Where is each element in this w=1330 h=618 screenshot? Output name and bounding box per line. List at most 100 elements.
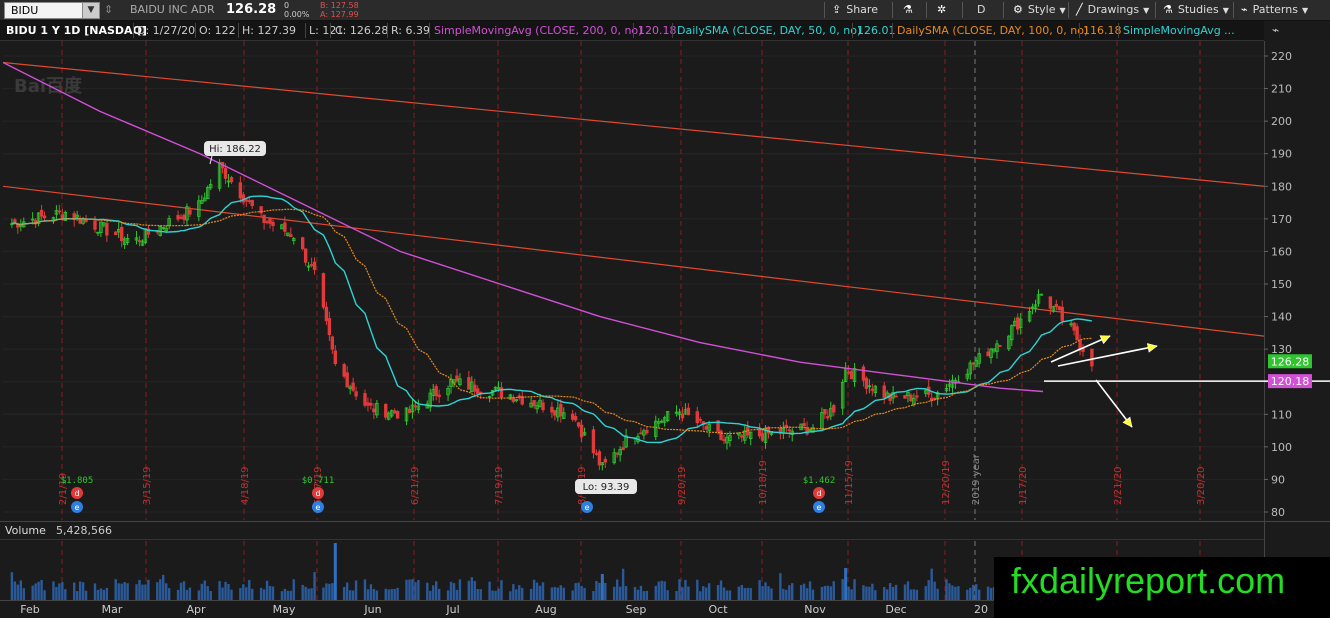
dividend-marker (312, 487, 324, 499)
symbol-input[interactable]: BIDU (11, 3, 38, 18)
candle-body (93, 220, 97, 230)
candle-body (117, 228, 121, 233)
volume-bar (624, 586, 628, 600)
x-month-label: Sep (626, 603, 647, 616)
volume-bar (764, 582, 767, 600)
candle-body (748, 431, 753, 440)
candle-body (541, 402, 545, 411)
candle-body (864, 377, 869, 389)
volume-bar (200, 583, 203, 600)
price-chart[interactable]: 8090100110120130140150160170180190200210… (0, 0, 1330, 618)
patterns-button[interactable]: ⌁ Patterns ▼ (1241, 0, 1308, 20)
date-grid-label: 2/1/19 (58, 473, 69, 505)
candle-body (164, 227, 168, 232)
sma100-value: 116.18 (1083, 24, 1122, 37)
volume-bar (354, 580, 358, 600)
volume-bar (737, 586, 741, 600)
volume-bar (52, 581, 55, 600)
volume-bar (411, 579, 414, 600)
volume-bar (209, 590, 212, 600)
candle-body (511, 397, 516, 402)
candle-body (674, 411, 679, 414)
x-month-label: Jul (445, 603, 459, 616)
volume-bar (414, 582, 417, 600)
candle-body (1036, 294, 1041, 304)
drawings-button[interactable]: ╱ Drawings ▼ (1076, 0, 1149, 20)
candle-body (1054, 304, 1059, 308)
volume-bar (972, 584, 975, 600)
candle-body (125, 238, 130, 243)
style-button[interactable]: ⚙ Style ▼ (1013, 0, 1066, 20)
candle-body (695, 411, 699, 424)
candle-body (642, 430, 646, 436)
candle-body (826, 416, 830, 419)
volume-bar (885, 589, 889, 600)
y-tick-label: 100 (1271, 441, 1292, 454)
candle-body (1090, 348, 1094, 367)
link-icon[interactable]: ⇕ (104, 3, 113, 16)
volume-bar (114, 579, 117, 600)
candle-body (823, 409, 827, 415)
volume-bar (185, 589, 189, 600)
volume-bar (179, 582, 183, 600)
volume-bar (636, 589, 640, 600)
volume-bar (176, 589, 180, 600)
symbol-input-box[interactable]: BIDU ▼ (4, 2, 100, 19)
candle-body (829, 407, 833, 417)
candle-body (686, 407, 691, 416)
candle-body (903, 395, 907, 399)
watermark: fxdailyreport.com (1011, 560, 1286, 601)
sma100-label[interactable]: DailySMA (CLOSE, DAY, 100, 0, no) (897, 24, 1088, 37)
candle-body (244, 199, 248, 202)
candle-body (968, 362, 972, 375)
candle-body (508, 394, 513, 400)
volume-bar (871, 583, 874, 600)
volume-bar (618, 586, 622, 600)
aggregation-button[interactable]: D (977, 0, 985, 20)
arrow-head (1122, 416, 1133, 428)
bar-close: C: 126.28 (335, 24, 389, 37)
volume-bar (500, 580, 503, 600)
candle-body (944, 388, 949, 392)
candle-body (259, 206, 263, 214)
candle-body (820, 412, 824, 430)
candle-body (470, 381, 474, 392)
candle-body (303, 248, 308, 263)
candle-body (657, 421, 661, 424)
candle-body (75, 214, 79, 218)
sma100-line (11, 208, 1092, 435)
date-grid-label: 7/19/19 (494, 466, 505, 505)
y-tick-label: 220 (1271, 50, 1292, 63)
volume-bar (577, 582, 580, 600)
candle-body (265, 221, 269, 224)
candle-body (455, 375, 459, 382)
volume-bar (408, 579, 411, 600)
settings-button[interactable]: ✲ (937, 0, 951, 20)
flask-button[interactable]: ⚗ (903, 0, 918, 20)
sma50-label[interactable]: DailySMA (CLOSE, DAY, 50, 0, no) (677, 24, 861, 37)
volume-bar (532, 579, 536, 600)
share-button[interactable]: ⇪ Share (832, 0, 878, 20)
volume-bar (206, 586, 209, 600)
studies-button[interactable]: ⚗ Studies ▼ (1163, 0, 1229, 20)
candle-body (30, 218, 35, 221)
candle-body (924, 389, 928, 394)
candle-body (1078, 339, 1082, 349)
chevron-down-icon[interactable]: ▼ (82, 3, 99, 18)
volume-bar (470, 577, 473, 600)
volume-bar (639, 585, 643, 600)
volume-bar (601, 583, 604, 600)
expand-icon[interactable]: ⌁ (1272, 23, 1279, 37)
date-grid-label: 3/20/20 (1196, 466, 1207, 505)
volume-bar (841, 579, 844, 600)
volume-bar (345, 582, 349, 600)
volume-bar (707, 583, 711, 600)
sma-more-label[interactable]: SimpleMovingAvg ... (1123, 24, 1235, 37)
candle-body (594, 453, 599, 455)
sma200-label[interactable]: SimpleMovingAvg (CLOSE, 200, 0, no) (434, 24, 642, 37)
volume-bar (93, 583, 97, 600)
candle-body (493, 386, 498, 390)
volume-bar (43, 590, 46, 600)
candle-body (179, 216, 183, 219)
candle-body (223, 168, 228, 179)
